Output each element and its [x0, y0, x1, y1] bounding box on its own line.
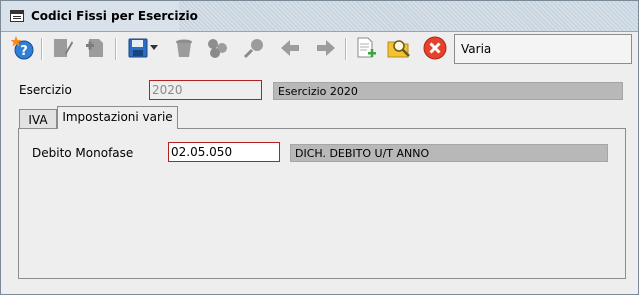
toolbar: ? Varia	[1, 32, 638, 67]
previous-button[interactable]	[277, 35, 303, 61]
debito-monofase-label: Debito Monofase	[32, 146, 134, 160]
app-window: Codici Fissi per Esercizio ? Varia Eserc…	[0, 0, 639, 295]
save-dropdown[interactable]	[147, 35, 161, 61]
help-button[interactable]: ?	[10, 35, 36, 61]
title-bar[interactable]: Codici Fissi per Esercizio	[1, 1, 638, 32]
edit-button[interactable]	[49, 35, 75, 61]
tab-iva[interactable]: IVA	[19, 109, 57, 129]
svg-text:?: ?	[20, 44, 28, 59]
help-star-icon: ?	[10, 35, 36, 61]
toolbar-separator	[115, 38, 117, 60]
tab-impostazioni-varie[interactable]: Impostazioni varie	[57, 106, 178, 129]
toolbar-separator	[345, 38, 347, 60]
mode-indicator: Varia	[454, 34, 632, 64]
delete-button[interactable]	[171, 35, 197, 61]
debito-monofase-field[interactable]: 02.05.050	[168, 142, 280, 162]
esercizio-description: Esercizio 2020	[273, 82, 623, 100]
esercizio-field[interactable]: 2020	[149, 80, 262, 100]
arrow-right-icon	[315, 37, 337, 59]
trash-icon	[173, 37, 195, 59]
tab-panel-impostazioni: Debito Monofase 02.05.050 DICH. DEBITO U…	[18, 128, 626, 279]
mode-label: Varia	[461, 42, 492, 56]
toolbar-separator	[41, 38, 43, 60]
close-icon	[423, 36, 447, 60]
search-magnifier-icon	[243, 37, 265, 59]
edit-document-icon	[51, 37, 73, 59]
esercizio-label: Esercizio	[19, 83, 72, 97]
window-title: Codici Fissi per Esercizio	[31, 9, 198, 23]
arrow-left-icon	[279, 37, 301, 59]
debito-monofase-description: DICH. DEBITO U/T ANNO	[290, 144, 608, 162]
next-button[interactable]	[313, 35, 339, 61]
add-document-button[interactable]	[353, 35, 379, 61]
close-button[interactable]	[422, 35, 448, 61]
search-folder-icon	[387, 37, 411, 59]
window-icon	[10, 10, 24, 22]
new-button[interactable]	[83, 35, 109, 61]
new-document-icon	[85, 37, 107, 59]
dropdown-arrow-icon	[150, 45, 158, 51]
save-icon	[127, 37, 149, 59]
link-button[interactable]	[205, 35, 231, 61]
search-folder-button[interactable]	[386, 35, 412, 61]
add-document-icon	[355, 37, 377, 59]
search-button[interactable]	[241, 35, 267, 61]
link-icon	[206, 37, 230, 59]
